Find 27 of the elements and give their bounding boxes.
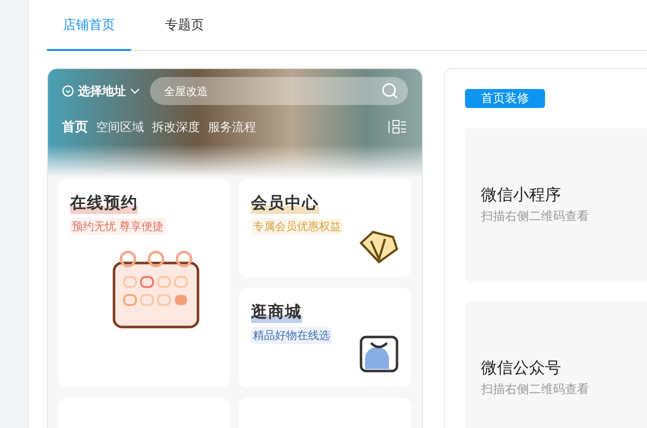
shopping-bag-icon: [359, 335, 399, 373]
location-selector[interactable]: 选择地址: [62, 82, 140, 100]
feature-card[interactable]: 会员中心 专属会员优惠权益: [239, 179, 411, 277]
category-menu-icon[interactable]: [388, 119, 408, 135]
page-tab[interactable]: 店铺首页: [47, 0, 131, 51]
card-subtitle: 预约无忧 尊享便捷: [70, 218, 166, 235]
feature-card[interactable]: 在线预约 预约无忧 尊享便捷: [58, 179, 230, 387]
channel-hint: 扫描右侧二维码查看: [481, 381, 589, 398]
page-tab[interactable]: 专题页: [149, 0, 220, 51]
card-title: 会员中心: [251, 193, 319, 214]
channel-hint: 扫描右侧二维码查看: [481, 208, 589, 225]
card-subtitle: 精品好物在线选: [251, 327, 332, 344]
diamond-icon: [359, 229, 399, 265]
channel-title: 微信小程序: [481, 185, 561, 206]
nav-tab[interactable]: 服务流程: [208, 118, 256, 136]
card-title: 逛商城: [251, 302, 302, 323]
location-icon: [62, 85, 74, 97]
decorate-home-button[interactable]: 首页装修: [465, 89, 545, 108]
card-subtitle: 专属会员优惠权益: [251, 218, 343, 235]
search-icon: [382, 83, 398, 99]
nav-tab[interactable]: 首页: [62, 118, 88, 136]
feature-card[interactable]: 逛商城 精品好物在线选: [239, 288, 411, 387]
chevron-down-icon: [130, 87, 140, 95]
card-title: 在线预约: [70, 193, 138, 214]
nav-tab[interactable]: 拆改深度: [152, 118, 200, 136]
channel-title: 微信公众号: [481, 358, 561, 379]
nav-tab[interactable]: 空间区域: [96, 118, 144, 136]
